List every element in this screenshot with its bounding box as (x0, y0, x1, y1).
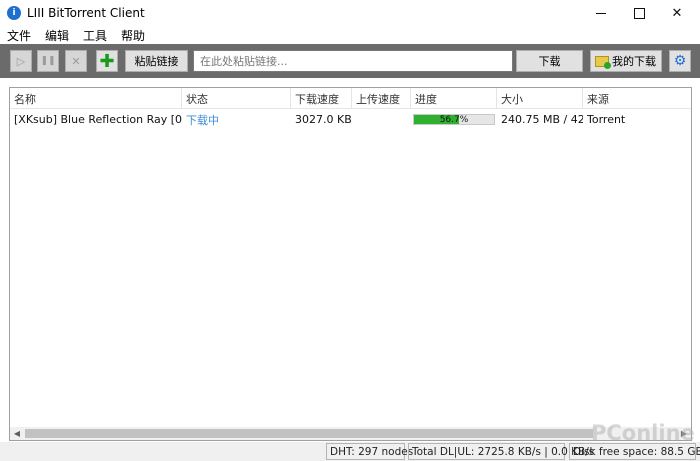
scrollbar-thumb[interactable] (25, 429, 593, 438)
my-downloads-label: 我的下载 (612, 55, 656, 68)
add-torrent-button[interactable]: ✚ (96, 50, 118, 72)
window-title: LIII BitTorrent Client (27, 6, 145, 20)
scroll-left-arrow-icon[interactable]: ◀ (10, 427, 24, 440)
cell-source: Torrent (587, 113, 626, 126)
menu-file[interactable]: 文件 (0, 27, 38, 44)
total-transfer-status: Total DL|UL: 2725.8 KB/s | 0.0 KB/s (408, 443, 594, 460)
torrent-table: 名称 状态 下载速度 上传速度 进度 大小 来源 [XKsub] Blue Re… (9, 87, 692, 441)
title-bar: i LIII BitTorrent Client ✕ (0, 0, 700, 26)
column-header-download-speed[interactable]: 下载速度 (291, 88, 352, 109)
cell-size: 240.75 MB / 424... (501, 113, 583, 126)
plus-icon: ✚ (99, 50, 115, 72)
cell-upload-speed (352, 110, 411, 129)
column-header-source[interactable]: 来源 (583, 88, 691, 109)
remove-button[interactable]: ✕ (65, 50, 87, 72)
info-circle-icon: i (7, 6, 21, 20)
settings-button[interactable]: ⚙ (669, 50, 691, 72)
gear-icon: ⚙ (673, 53, 687, 69)
table-row[interactable]: [XKsub] Blue Reflection Ray [01][H... 下载… (10, 110, 691, 129)
menu-help[interactable]: 帮助 (114, 27, 152, 44)
column-header-name[interactable]: 名称 (10, 88, 182, 109)
cell-download-speed: 3027.0 KB/s (295, 113, 352, 126)
column-header-status[interactable]: 状态 (182, 88, 291, 109)
menu-tools[interactable]: 工具 (76, 27, 114, 44)
dht-status: DHT: 297 nodes (326, 443, 413, 460)
table-header: 名称 状态 下载速度 上传速度 进度 大小 来源 (10, 88, 691, 109)
progress-bar: 56.7% (413, 114, 495, 125)
close-button[interactable]: ✕ (654, 0, 700, 26)
menu-bar: 文件 编辑 工具 帮助 (0, 26, 700, 44)
toolbar: ▷ ❚❚ ✕ ✚ 粘贴链接 下载 我的下载 ⚙ (0, 44, 700, 78)
watermark: PConline (591, 421, 695, 445)
column-header-upload-speed[interactable]: 上传速度 (352, 88, 411, 109)
folder-icon (595, 55, 611, 69)
cell-name: [XKsub] Blue Reflection Ray [01][H... (14, 113, 182, 126)
column-header-size[interactable]: 大小 (497, 88, 583, 109)
pause-button[interactable]: ❚❚ (37, 50, 59, 72)
horizontal-scrollbar[interactable]: ◀ ▶ (10, 427, 691, 440)
column-header-progress[interactable]: 进度 (411, 88, 497, 109)
progress-label: 56.7% (439, 114, 469, 125)
play-icon: ▷ (16, 54, 26, 68)
disk-space-status: Disk free space: 88.5 GB (569, 443, 700, 460)
play-button[interactable]: ▷ (10, 50, 32, 72)
paste-link-button[interactable]: 粘贴链接 (125, 50, 188, 72)
download-button[interactable]: 下载 (516, 50, 583, 72)
menu-edit[interactable]: 编辑 (38, 27, 76, 44)
url-input[interactable] (193, 50, 513, 72)
close-icon: ✕ (71, 54, 81, 68)
cell-status: 下载中 (186, 113, 219, 127)
pause-icon: ❚❚ (40, 56, 56, 66)
my-downloads-button[interactable]: 我的下载 (590, 50, 662, 72)
